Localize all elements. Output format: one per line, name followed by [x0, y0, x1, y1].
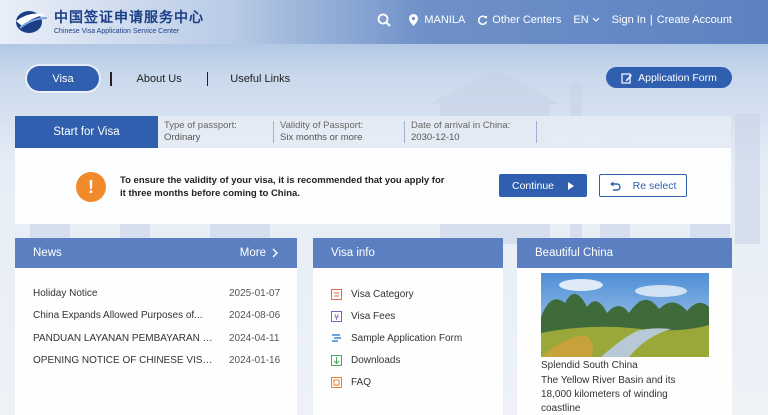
- top-nav: MANILA Other Centers EN Sign In | Create…: [365, 13, 732, 27]
- news-item-date: 2024-01-16: [229, 355, 281, 366]
- nav-visa[interactable]: Visa: [27, 66, 99, 91]
- news-more-link[interactable]: More: [240, 247, 279, 259]
- form-icon: [332, 334, 341, 342]
- refresh-icon: [478, 15, 488, 25]
- continue-label: Continue: [511, 179, 555, 192]
- other-centers-link[interactable]: Other Centers: [477, 14, 561, 26]
- news-item-title: China Expands Allowed Purposes of...: [33, 310, 203, 321]
- download-icon: [331, 355, 342, 366]
- create-account-label: Create Account: [656, 14, 732, 26]
- visa-category-label: Visa Category: [351, 289, 414, 300]
- faq-label: FAQ: [351, 377, 372, 388]
- application-form-button[interactable]: Application Form: [606, 67, 732, 88]
- beautiful-china-header: Beautiful China: [517, 238, 732, 268]
- field-divider: [536, 121, 537, 143]
- passport-validity-label: Validity of Passport:: [280, 120, 364, 131]
- faq-link[interactable]: FAQ: [331, 377, 371, 388]
- news-item-title: PANDUAN LAYANAN PEMBAYARAN DI...: [33, 333, 213, 344]
- news-item-title: Holiday Notice: [33, 288, 98, 299]
- passport-type-value: Ordinary: [164, 132, 201, 143]
- start-for-visa-tab[interactable]: Start for Visa: [15, 116, 158, 148]
- sample-form-link[interactable]: Sample Application Form: [331, 333, 462, 344]
- field-divider: [404, 121, 405, 143]
- notice-text: To ensure the validity of your visa, it …: [120, 175, 445, 199]
- faq-icon: [331, 377, 342, 388]
- passport-type-label: Type of passport:: [164, 120, 237, 131]
- news-item-date: 2024-08-06: [229, 310, 281, 321]
- visa-fees-label: Visa Fees: [351, 311, 396, 322]
- nav-useful-links[interactable]: Useful Links: [230, 73, 290, 85]
- sign-in-link[interactable]: Sign In: [612, 14, 646, 26]
- news-item-date: 2024-04-11: [229, 333, 280, 344]
- news-item-date: 2025-01-07: [229, 288, 281, 299]
- chevron-down-icon: [592, 17, 600, 22]
- news-item-title: OPENING NOTICE OF CHINESE VISA...: [33, 355, 213, 366]
- field-divider: [273, 121, 274, 143]
- sign-in-label: Sign In: [611, 14, 646, 26]
- chevron-right-icon: [272, 248, 278, 258]
- arrival-date-field[interactable]: Date of arrival in China: 2030-12-10: [411, 120, 510, 144]
- application-form-label: Application Form: [638, 71, 717, 84]
- edit-form-icon: [621, 72, 633, 84]
- nav-divider: [206, 71, 209, 86]
- sample-form-label: Sample Application Form: [351, 333, 463, 344]
- landscape-photo[interactable]: [541, 273, 709, 357]
- visa-info-card: Visa info Visa Category ¥ Visa Fees Samp…: [313, 238, 503, 415]
- visa-info-header: Visa info: [313, 238, 503, 268]
- other-centers-label: Other Centers: [492, 14, 562, 26]
- nav-divider: [110, 71, 112, 86]
- start-for-visa-bar: Start for Visa Type of passport: Ordinar…: [15, 116, 731, 148]
- more-label: More: [239, 247, 266, 259]
- search-icon: [377, 13, 392, 27]
- warning-icon: !: [76, 172, 106, 202]
- header-separator: |: [649, 14, 653, 26]
- location-selector[interactable]: MANILA: [409, 14, 465, 26]
- reselect-button[interactable]: Re select: [599, 174, 687, 197]
- arrival-date-value: 2030-12-10: [411, 132, 460, 143]
- logo-english-text: Chinese Visa Application Service Center: [54, 28, 180, 35]
- create-account-link[interactable]: Create Account: [657, 14, 732, 26]
- main-nav: Visa About Us Useful Links: [27, 66, 290, 91]
- language-selector[interactable]: EN: [573, 14, 600, 26]
- logo-chinese-text: 中国签证申请服务中心: [54, 10, 204, 26]
- downloads-link[interactable]: Downloads: [331, 355, 400, 366]
- visa-notice-panel: ! To ensure the validity of your visa, i…: [15, 148, 731, 224]
- visa-fees-link[interactable]: ¥ Visa Fees: [331, 311, 395, 322]
- photo-caption-body: The Yellow River Basin and its 18,000 ki…: [541, 375, 676, 414]
- passport-validity-field[interactable]: Validity of Passport: Six months or more: [280, 120, 363, 144]
- news-card: News More Holiday Notice 2025-01-07 Chin…: [15, 238, 297, 415]
- logo-globe-icon: [16, 11, 48, 33]
- fee-icon: ¥: [331, 311, 342, 322]
- language-label: EN: [573, 14, 589, 26]
- passport-validity-value: Six months or more: [280, 132, 363, 143]
- photo-caption-title: Splendid South China: [541, 360, 638, 371]
- arrival-date-label: Date of arrival in China:: [411, 120, 511, 131]
- beautiful-china-title: Beautiful China: [535, 247, 613, 259]
- continue-button[interactable]: Continue: [499, 174, 587, 197]
- list-icon: [331, 289, 342, 300]
- passport-type-field[interactable]: Type of passport: Ordinary: [164, 120, 237, 144]
- svg-text:¥: ¥: [334, 313, 339, 322]
- news-header: News More: [15, 238, 297, 268]
- top-header: 中国签证申请服务中心 Chinese Visa Application Serv…: [0, 0, 768, 44]
- caret-right-icon: [568, 181, 575, 190]
- visa-info-title: Visa info: [331, 247, 375, 259]
- downloads-label: Downloads: [351, 355, 401, 366]
- location-pin-icon: [409, 14, 419, 26]
- visa-category-link[interactable]: Visa Category: [331, 289, 414, 300]
- location-label: MANILA: [424, 14, 466, 26]
- nav-about-us[interactable]: About Us: [137, 73, 182, 85]
- beautiful-china-card: Beautiful China Splendid South China The…: [517, 238, 732, 415]
- news-title: News: [33, 247, 62, 259]
- search-button[interactable]: [377, 13, 392, 27]
- undo-icon: [609, 181, 621, 191]
- logo[interactable]: 中国签证申请服务中心 Chinese Visa Application Serv…: [14, 6, 204, 36]
- reselect-label: Re select: [632, 179, 677, 192]
